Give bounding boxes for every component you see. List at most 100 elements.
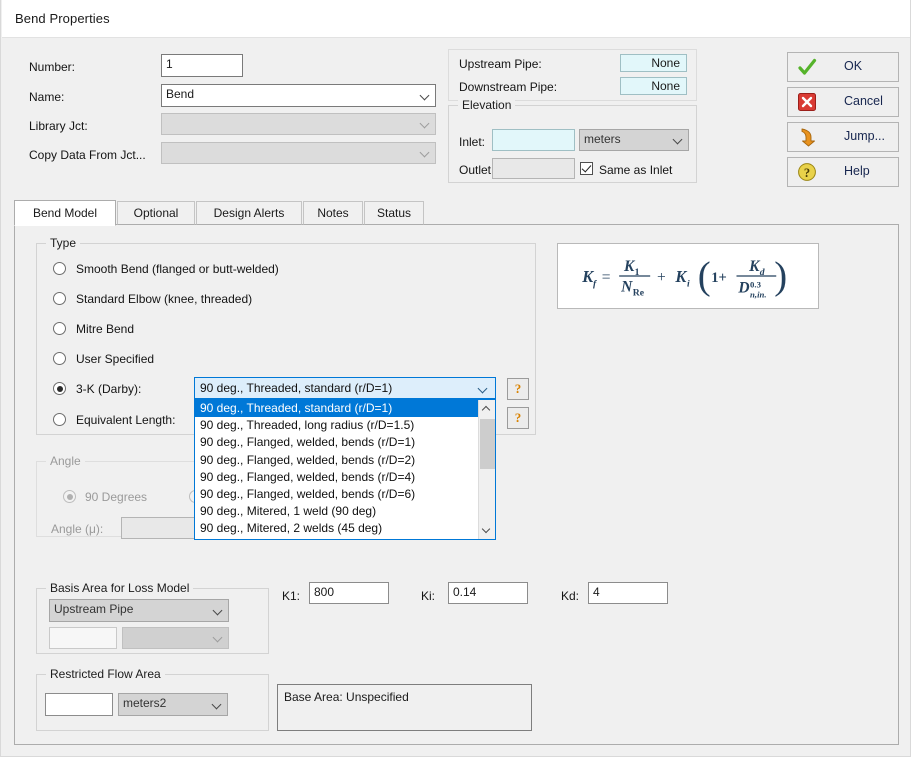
three-k-dropdown-button[interactable]: 90 deg., Threaded, standard (r/D=1) (194, 377, 496, 399)
radio-3k-darby-label[interactable]: 3-K (Darby): (76, 382, 141, 396)
angle-group-title: Angle (46, 454, 85, 468)
jump-button-label: Jump... (844, 129, 885, 143)
tab-bend-model-label: Bend Model (32, 206, 98, 220)
outlet-label: Outlet: (459, 163, 495, 177)
elevation-title: Elevation (458, 98, 516, 112)
dropdown-item[interactable]: 90 deg., Flanged, welded, bends (r/D=6) (195, 486, 495, 503)
help-equivalent-length-button[interactable]: ? (507, 407, 529, 429)
dropdown-item[interactable]: 90 deg., Mitered, 1 weld (90 deg) (195, 503, 495, 520)
green-check-icon (798, 58, 817, 75)
upstream-pipe-label: Upstream Pipe: (459, 57, 542, 71)
dropdown-item[interactable]: 90 deg., Mitered, 2 welds (45 deg) (195, 520, 495, 537)
scroll-down-button[interactable] (479, 521, 495, 539)
tab-optional[interactable]: Optional (117, 201, 195, 225)
ki-input[interactable]: 0.14 (448, 582, 528, 604)
three-k-formula-icon: K f = K 1 N Re + K i ( 1+ K d D 0.3 n,in… (581, 255, 787, 300)
help-button-label: Help (844, 164, 870, 178)
jump-button[interactable]: Jump... (787, 122, 899, 152)
radio-user-specified-label[interactable]: User Specified (76, 352, 154, 366)
svg-text:0.3: 0.3 (750, 280, 762, 290)
tab-design-alerts[interactable]: Design Alerts (196, 201, 302, 225)
angle-input-label: Angle (μ): (51, 522, 104, 536)
help-3k-button[interactable]: ? (507, 378, 529, 400)
radio-smooth-bend-label[interactable]: Smooth Bend (flanged or butt-welded) (76, 262, 279, 276)
dropdown-item[interactable]: 90 deg., Threaded, standard (r/D=1) (195, 400, 495, 418)
radio-standard-elbow[interactable] (53, 292, 66, 305)
radio-90-degrees[interactable] (63, 490, 76, 503)
basis-area-units-combo[interactable] (122, 627, 229, 649)
downstream-pipe-value: None (620, 77, 687, 95)
radio-user-specified[interactable] (53, 352, 66, 365)
cancel-button[interactable]: Cancel (787, 87, 899, 117)
downstream-pipe-label: Downstream Pipe: (459, 80, 558, 94)
chevron-down-icon (483, 526, 490, 533)
scroll-up-button[interactable] (479, 400, 495, 418)
red-x-icon (798, 93, 816, 111)
restricted-flow-area-input[interactable] (45, 693, 113, 716)
k1-input[interactable]: 800 (309, 582, 389, 604)
tab-bend-model[interactable]: Bend Model (14, 200, 116, 226)
chevron-down-icon (214, 606, 223, 615)
inlet-input[interactable] (492, 129, 575, 151)
svg-text:1+: 1+ (711, 270, 727, 286)
tab-notes-label: Notes (317, 206, 349, 220)
chevron-down-icon (421, 148, 430, 157)
tab-status[interactable]: Status (364, 201, 424, 225)
restricted-flow-area-units-value: meters2 (123, 696, 167, 710)
tab-notes[interactable]: Notes (303, 201, 363, 225)
basis-area-combo[interactable]: Upstream Pipe (49, 599, 229, 622)
loss-formula-box: K f = K 1 N Re + K i ( 1+ K d D 0.3 n,in… (557, 243, 819, 309)
kd-input[interactable]: 4 (588, 582, 668, 604)
number-label: Number: (29, 60, 76, 74)
radio-standard-elbow-label[interactable]: Standard Elbow (knee, threaded) (76, 292, 252, 306)
angle-input[interactable] (121, 517, 199, 539)
yellow-question-icon: ? (798, 163, 816, 181)
chevron-down-icon (421, 119, 430, 128)
dropdown-item[interactable]: 90 deg., Flanged, welded, bends (r/D=4) (195, 469, 495, 486)
number-input[interactable]: 1 (161, 54, 243, 77)
dropdown-item[interactable]: 90 deg., Flanged, welded, bends (r/D=2) (195, 452, 495, 469)
radio-equivalent-length[interactable] (53, 413, 66, 426)
svg-text:=: = (602, 269, 611, 286)
radio-90-degrees-label[interactable]: 90 Degrees (85, 490, 147, 504)
same-as-inlet-checkbox[interactable] (580, 162, 593, 175)
restricted-flow-area-title: Restricted Flow Area (46, 667, 165, 681)
svg-text:(: ( (698, 255, 711, 298)
name-combo[interactable]: Bend (161, 84, 436, 107)
svg-text:K: K (674, 267, 687, 286)
help-button[interactable]: ? Help (787, 157, 899, 187)
dropdown-items: 90 deg., Threaded, standard (r/D=1) 90 d… (195, 400, 495, 538)
svg-text:f: f (593, 279, 598, 290)
dropdown-item[interactable]: 90 deg., Flanged, welded, bends (r/D=1) (195, 434, 495, 451)
library-jct-combo[interactable] (161, 113, 436, 135)
chevron-down-icon (674, 135, 683, 144)
dropdown-item[interactable]: 90 deg., Threaded, long radius (r/D=1.5) (195, 417, 495, 434)
basis-area-value: Upstream Pipe (54, 602, 134, 616)
copy-data-combo[interactable] (161, 142, 436, 164)
library-jct-label: Library Jct: (29, 119, 88, 133)
same-as-inlet-label[interactable]: Same as Inlet (599, 163, 672, 177)
radio-3k-darby[interactable] (53, 382, 66, 395)
elevation-units-combo[interactable]: meters (579, 129, 689, 151)
restricted-flow-area-units-combo[interactable]: meters2 (118, 693, 228, 716)
svg-text:n,in.: n,in. (750, 289, 766, 299)
ki-label: Ki: (421, 589, 436, 603)
upstream-pipe-value: None (620, 54, 687, 72)
chevron-down-icon (213, 700, 222, 709)
basis-area-input[interactable] (49, 627, 117, 649)
bend-properties-window: Bend Properties Number: 1 Name: Bend Lib… (0, 0, 911, 757)
radio-mitre-bend-label[interactable]: Mitre Bend (76, 322, 134, 336)
svg-text:D: D (737, 279, 749, 296)
ok-button[interactable]: OK (787, 52, 899, 82)
radio-mitre-bend[interactable] (53, 322, 66, 335)
dropdown-scrollbar[interactable] (478, 400, 495, 539)
basis-area-title: Basis Area for Loss Model (46, 581, 194, 595)
chevron-up-icon (483, 407, 490, 414)
svg-text:?: ? (804, 166, 810, 180)
title-bar: Bend Properties (2, 0, 910, 38)
svg-text:+: + (657, 269, 666, 286)
three-k-dropdown-list[interactable]: 90 deg., Threaded, standard (r/D=1) 90 d… (194, 399, 496, 540)
radio-smooth-bend[interactable] (53, 262, 66, 275)
radio-equivalent-length-label[interactable]: Equivalent Length: (76, 413, 175, 427)
scrollbar-thumb[interactable] (480, 419, 495, 469)
